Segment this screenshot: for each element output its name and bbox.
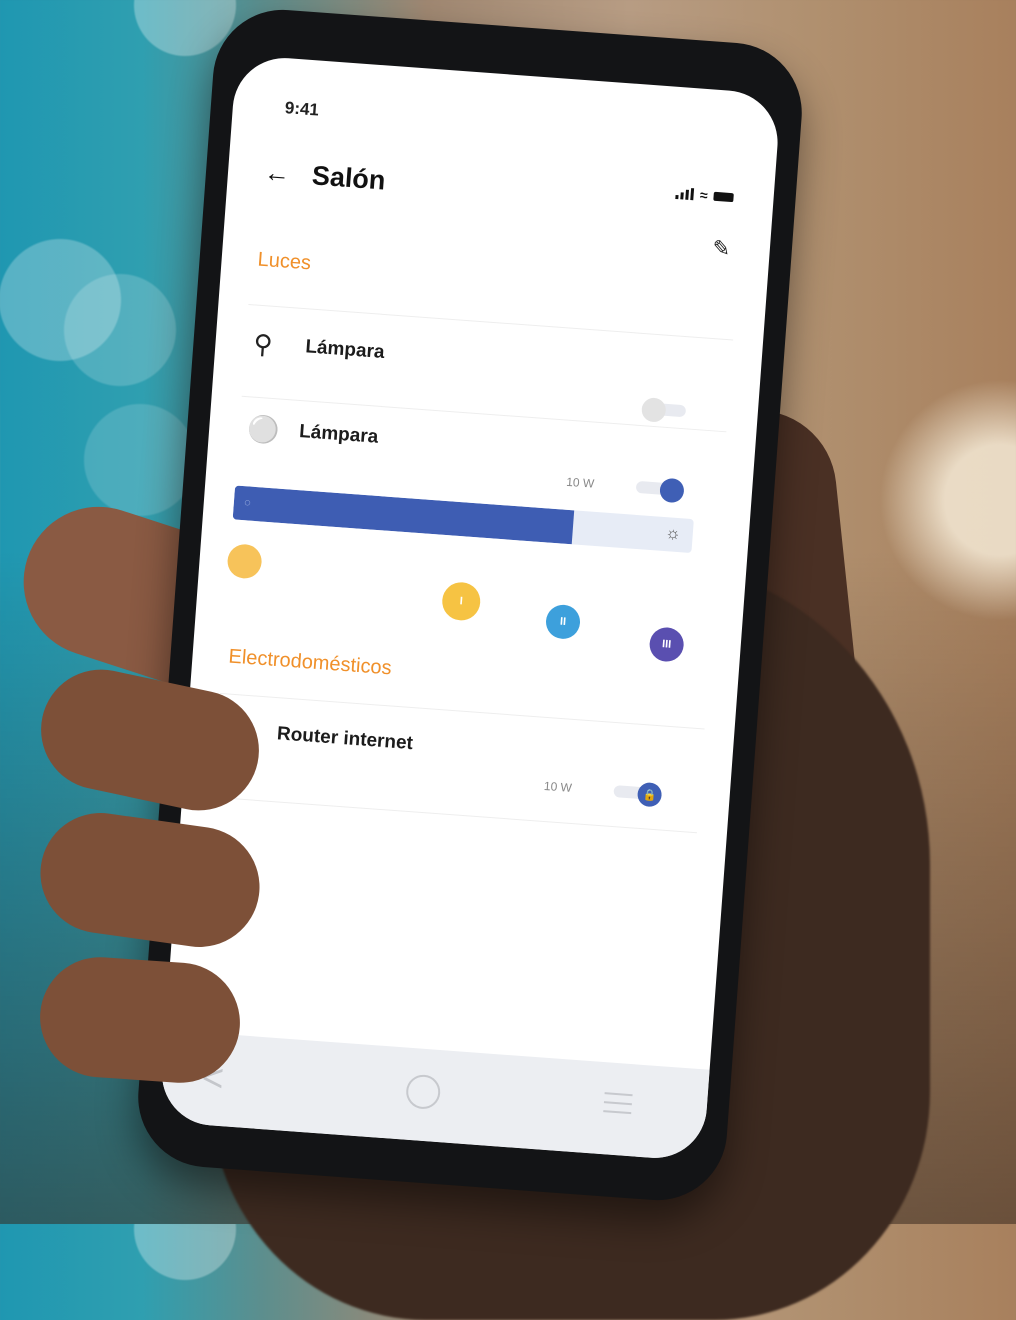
- device-toggle[interactable]: [635, 476, 685, 504]
- sun-icon: ☼: [664, 523, 682, 544]
- device-row-router[interactable]: ▭ Router internet 10 W 🔒: [182, 703, 733, 833]
- device-label: Lámpara: [304, 336, 386, 364]
- scene-label: II: [559, 615, 567, 629]
- system-navbar: <: [158, 1029, 710, 1162]
- device-watt: 10 W: [565, 474, 595, 491]
- device-toggle[interactable]: [640, 397, 690, 423]
- toggle-knob: [659, 477, 685, 504]
- section-title-electrodomesticos: Electrodomésticos: [227, 645, 393, 680]
- scene-iii-button[interactable]: III: [648, 626, 685, 663]
- scene-sunset-button[interactable]: [226, 543, 263, 580]
- battery-icon: [713, 191, 734, 202]
- pencil-icon[interactable]: ✏: [705, 233, 736, 264]
- lightbulb-icon: ⚪: [246, 413, 281, 446]
- nav-recents-icon[interactable]: [603, 1092, 633, 1121]
- wifi-icon: ≈: [699, 186, 709, 204]
- device-label: Lámpara: [298, 421, 380, 448]
- device-label: Router internet: [276, 723, 414, 755]
- arrow-left-icon[interactable]: ←: [263, 157, 291, 190]
- slider-grip-icon: ○: [243, 495, 252, 510]
- scene-i-button[interactable]: I: [440, 581, 482, 622]
- device-watt: 10 W: [543, 778, 573, 795]
- scene-ii-button[interactable]: II: [544, 603, 582, 641]
- nav-home-icon[interactable]: [405, 1073, 442, 1111]
- page-title: Salón: [310, 160, 387, 196]
- hand-finger: [36, 953, 244, 1087]
- toggle-knob: [640, 397, 667, 423]
- status-time: 9:41: [284, 98, 320, 120]
- header: ← Salón: [263, 157, 386, 197]
- device-toggle-locked[interactable]: 🔒: [613, 780, 663, 808]
- scene-label: III: [661, 638, 672, 651]
- lamp-icon: ⚲: [252, 328, 274, 360]
- status-icons: ≈: [675, 185, 734, 205]
- lock-icon: 🔒: [636, 781, 663, 808]
- signal-icon: [675, 187, 695, 201]
- section-title-luces: Luces: [256, 248, 312, 275]
- scene-label: I: [459, 595, 464, 608]
- app-screen: 9:41 ≈ ← Salón ✏ Luces ⚲ Lámpara ⚪ Lámpa…: [158, 54, 782, 1162]
